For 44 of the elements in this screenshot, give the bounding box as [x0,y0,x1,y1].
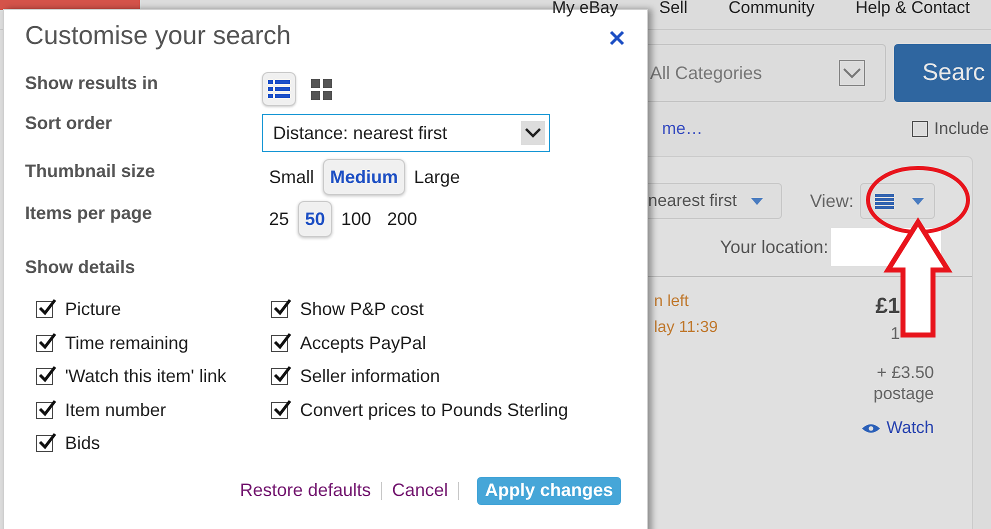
nav-link[interactable]: Community [728,0,814,18]
option-button[interactable]: 50 [298,201,332,237]
cancel-link[interactable]: Cancel [392,480,448,501]
setting-label: Items per page [25,202,154,224]
watch-link[interactable]: Watch [862,418,934,438]
dialog-title: Customise your search [25,20,291,51]
nav-link[interactable]: Help & Contact [855,0,970,18]
location-label: Your location: [720,236,828,258]
sort-dropdown[interactable]: nearest first [648,183,782,219]
setting-label: Sort order [25,113,114,134]
checkbox-label: 'Watch this item' link [65,366,226,388]
more-link[interactable]: me… [662,119,703,139]
checkbox-label: Show P&P cost [300,299,424,320]
time-left-text: n left [654,293,690,311]
search-button[interactable]: Searc [894,44,991,102]
checkbox-label: Time remaining [65,332,188,354]
postage-label: postage [874,383,934,404]
nav-link[interactable]: Sell [659,0,688,18]
category-label: All Categories [650,62,762,84]
section-heading: Show details [25,257,136,278]
checkbox-label: Picture [65,299,122,320]
setting-label: Show results in [25,72,160,94]
end-time-text: lay 11:39 [654,319,718,337]
checkbox-label: Accepts PayPal [300,332,426,354]
checkbox-label: Bids [65,433,100,454]
option-button[interactable]: Medium [323,159,406,195]
option-button[interactable]: 25 [262,201,296,237]
view-label: View: [810,190,854,212]
setting-label: Thumbnail size [25,160,156,182]
restore-defaults-link[interactable]: Restore defaults [240,480,371,501]
option-button[interactable]: 100 [334,201,378,237]
item-price: £1 [876,293,900,319]
price-detail: 1 [890,323,900,344]
checkbox-label: Item number [65,400,166,421]
checkbox-label: Seller information [300,366,440,388]
nav-link[interactable]: My eBay [552,0,618,18]
sort-order-select[interactable]: Distance: nearest first [262,114,550,152]
option-button[interactable]: Small [262,159,322,195]
checkbox-label: Convert prices to Pounds Sterling [300,400,568,421]
include-label: Include [934,119,989,139]
option-button[interactable]: Large [407,159,468,195]
sort-order-value: Distance: nearest first [273,122,448,144]
option-button[interactable]: 200 [380,201,424,237]
postage-amount: + £3.50 [876,362,934,383]
